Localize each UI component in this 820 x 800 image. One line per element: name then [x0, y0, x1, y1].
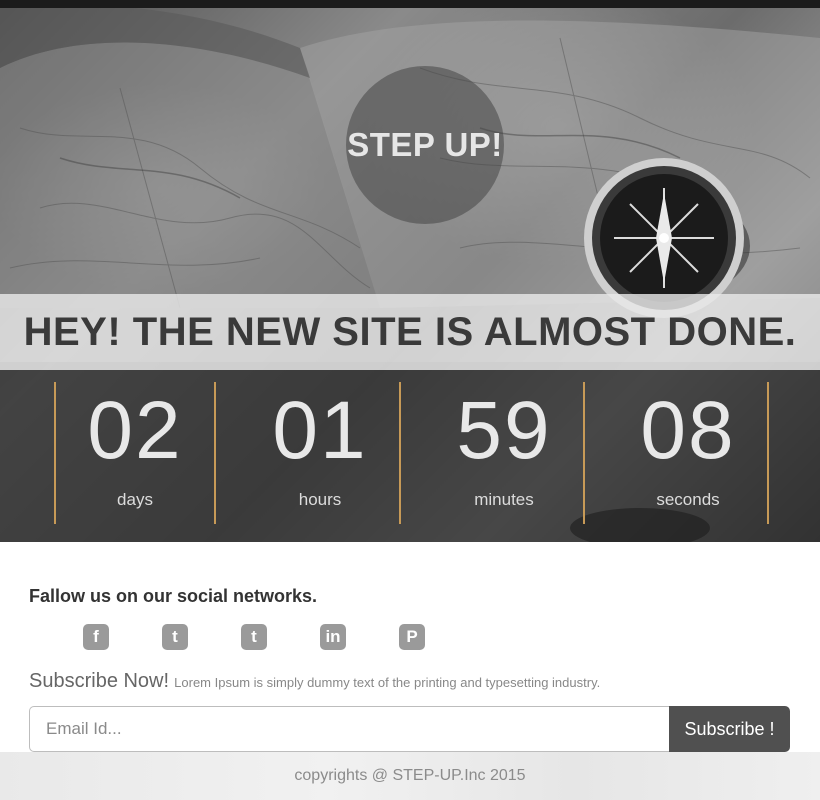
- countdown-minutes: 59 minutes: [424, 390, 584, 510]
- subscribe-title: Subscribe Now!: [29, 670, 170, 692]
- countdown-hours: 01 hours: [240, 390, 400, 510]
- logo-circle: STEP UP!: [346, 66, 504, 224]
- tumblr-icon[interactable]: t: [241, 624, 267, 650]
- hero-section: STEP UP! HEY! THE NEW SITE IS ALMOST DON…: [0, 8, 820, 542]
- countdown-minutes-value: 59: [456, 385, 552, 476]
- social-heading: Fallow us on our social networks.: [29, 586, 318, 606]
- content-section: Fallow us on our social networks. f t t …: [0, 542, 820, 752]
- countdown-minutes-label: minutes: [474, 490, 534, 509]
- countdown-timer: 02 days 01 hours 59 minutes 08 seconds: [0, 370, 820, 542]
- subscribe-button[interactable]: Subscribe !: [669, 706, 790, 752]
- countdown-seconds-value: 08: [640, 385, 736, 476]
- footer: copyrights @ STEP-UP.Inc 2015: [0, 752, 820, 800]
- linkedin-icon[interactable]: in: [320, 624, 346, 650]
- subscribe-form: Subscribe !: [29, 706, 790, 752]
- headline-banner: HEY! THE NEW SITE IS ALMOST DONE.: [0, 294, 820, 370]
- countdown-days-value: 02: [87, 385, 183, 476]
- countdown-hours-value: 01: [272, 385, 368, 476]
- countdown-seconds-label: seconds: [656, 490, 720, 509]
- countdown-seconds: 08 seconds: [608, 390, 768, 510]
- countdown-days-label: days: [117, 490, 153, 509]
- social-links: f t t in P: [83, 624, 425, 650]
- page-headline: HEY! THE NEW SITE IS ALMOST DONE.: [23, 309, 797, 354]
- countdown-hours-label: hours: [298, 490, 342, 509]
- twitter-icon[interactable]: t: [162, 624, 188, 650]
- email-input[interactable]: [29, 706, 669, 752]
- logo-text: STEP UP!: [347, 126, 503, 163]
- facebook-icon[interactable]: f: [83, 624, 109, 650]
- subscribe-line: Subscribe Now! Lorem Ipsum is simply dum…: [29, 670, 600, 693]
- countdown-days: 02 days: [55, 390, 215, 510]
- pinterest-icon[interactable]: P: [399, 624, 425, 650]
- top-bar: [0, 0, 820, 8]
- subscribe-description: Lorem Ipsum is simply dummy text of the …: [174, 675, 601, 690]
- copyright-text: copyrights @ STEP-UP.Inc 2015: [294, 767, 526, 784]
